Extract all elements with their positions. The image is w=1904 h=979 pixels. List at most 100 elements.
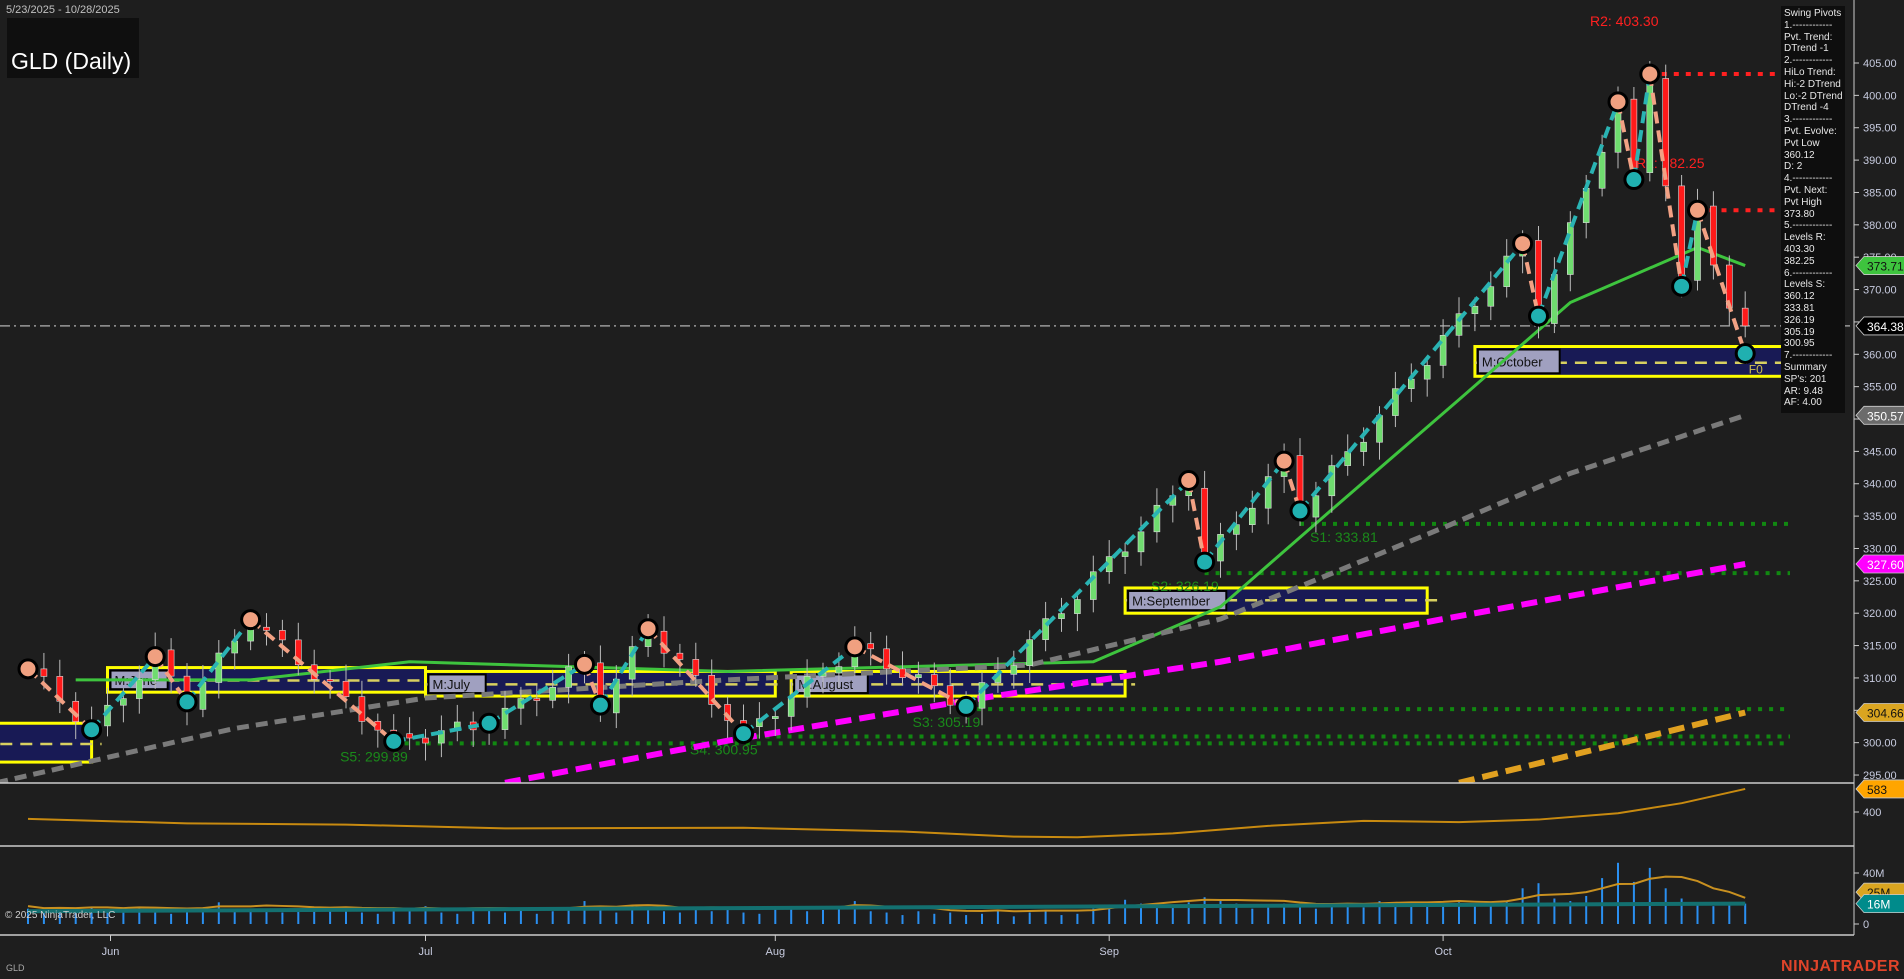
- y-tick-label: 345.00: [1863, 446, 1897, 458]
- info-line: Pvt. Trend:: [1784, 31, 1833, 43]
- candle: [215, 652, 223, 683]
- info-line: Pvt. Next:: [1784, 184, 1828, 196]
- info-line: AF: 4.00: [1784, 397, 1822, 409]
- y-tick-label: 325.00: [1863, 576, 1897, 588]
- candle: [1551, 274, 1558, 324]
- ma-price-tag: 373.71: [1867, 260, 1904, 274]
- info-line: DTrend -4: [1784, 102, 1829, 114]
- price-chart[interactable]: M:JuneM:JulyM:AugustM:SeptemberM:October…: [0, 0, 1904, 979]
- candle: [771, 716, 779, 719]
- info-line: Pvt. Evolve:: [1784, 125, 1837, 137]
- swing-pivot-high: [844, 636, 866, 658]
- x-tick-label: Aug: [766, 946, 786, 958]
- info-line: Lo:-2 DTrend: [1784, 90, 1843, 102]
- y-tick-label: 385.00: [1863, 187, 1897, 199]
- candle: [1439, 335, 1447, 366]
- info-line: Levels S:: [1784, 279, 1826, 291]
- info-line: 360.12: [1784, 149, 1815, 161]
- candle: [1646, 78, 1654, 173]
- y-tick-label: 360.00: [1863, 349, 1897, 361]
- swing-pivot-low: [1671, 275, 1693, 297]
- candle: [867, 643, 875, 650]
- info-line: 7.------------: [1784, 350, 1833, 362]
- info-line: 4.------------: [1784, 173, 1833, 185]
- ninjatrader-logo: NINJATRADER: [1781, 958, 1900, 975]
- info-line: DTrend -1: [1784, 43, 1829, 55]
- info-line: 360.12: [1784, 291, 1815, 303]
- info-line: 1.------------: [1784, 19, 1833, 31]
- y-tick-label: 310.00: [1863, 673, 1897, 685]
- swing-pivot-high: [1607, 91, 1629, 113]
- swing-pivot-high: [1178, 470, 1200, 492]
- y-tick-label: 330.00: [1863, 543, 1897, 555]
- y-tick-label: 300.00: [1863, 738, 1897, 750]
- fib-tag: F0: [1749, 362, 1763, 376]
- candle: [549, 687, 557, 701]
- candle: [326, 679, 334, 682]
- volume-tick-label: 0: [1863, 919, 1869, 931]
- candle: [1201, 487, 1208, 562]
- candle: [1058, 613, 1065, 619]
- candle: [787, 696, 795, 717]
- candle: [1344, 451, 1351, 466]
- candle: [565, 666, 572, 688]
- candle: [374, 721, 382, 731]
- candle: [1598, 151, 1606, 189]
- moving-average-fast: [75, 245, 1746, 682]
- resistance-label: R1: 382.25: [1636, 155, 1705, 171]
- info-line: AR: 9.48: [1784, 385, 1823, 397]
- candle: [1249, 507, 1256, 525]
- swing-pivot-low: [589, 694, 611, 716]
- swing-pivot-high: [1639, 63, 1661, 85]
- candle: [915, 674, 922, 678]
- date-range: 5/23/2025 - 10/28/2025: [6, 4, 120, 16]
- y-tick-label: 320.00: [1863, 608, 1897, 620]
- candle: [1137, 531, 1145, 553]
- price-pane: M:JuneM:JulyM:AugustM:SeptemberM:October…: [0, 13, 1854, 783]
- info-line: HiLo Trend:: [1784, 66, 1836, 78]
- zigzag-segment: [1536, 101, 1620, 317]
- info-line: 382.25: [1784, 255, 1815, 267]
- monthly-label: M:October: [1482, 354, 1543, 369]
- ma-price-tag: 350.57: [1867, 409, 1904, 423]
- candle: [1328, 465, 1336, 497]
- monthly-box: [0, 721, 94, 764]
- x-tick-label: Oct: [1435, 946, 1452, 958]
- info-line: 333.81: [1784, 302, 1815, 314]
- candle: [1074, 599, 1081, 614]
- info-line: 6.------------: [1784, 267, 1833, 279]
- candle: [533, 698, 541, 701]
- candle: [1741, 307, 1749, 327]
- info-line: Pvt High: [1784, 196, 1822, 208]
- y-tick-label: 395.00: [1863, 123, 1897, 135]
- swing-pivot-high: [1273, 450, 1295, 472]
- indicator-tag: 583: [1867, 783, 1887, 797]
- last-price-tag: 364.38: [1867, 320, 1904, 334]
- indicator-tick-label: 400: [1863, 807, 1881, 819]
- y-tick-label: 370.00: [1863, 285, 1897, 297]
- candle: [1423, 365, 1431, 380]
- ma-price-tag: 327.60: [1867, 558, 1904, 572]
- candle: [1121, 551, 1129, 557]
- info-line: 5.------------: [1784, 220, 1833, 232]
- info-line: 300.95: [1784, 338, 1815, 350]
- info-line: 403.30: [1784, 243, 1815, 255]
- info-line: SP's: 201: [1784, 373, 1827, 385]
- info-line: Pvt Low: [1784, 137, 1820, 149]
- candle: [1010, 665, 1018, 675]
- candle: [1567, 222, 1574, 275]
- resistance-label: R2: 403.30: [1590, 13, 1659, 29]
- support-label: S1: 333.81: [1310, 529, 1378, 545]
- y-tick-label: 400.00: [1863, 90, 1897, 102]
- info-line: 373.80: [1784, 208, 1815, 220]
- swing-pivot-low: [1528, 305, 1549, 327]
- swing-pivot-high: [637, 618, 659, 640]
- swing-pivot-low: [176, 691, 198, 713]
- x-tick-label: Jul: [418, 946, 432, 958]
- swing-pivot-low: [1623, 169, 1645, 191]
- zigzag-segment: [1203, 459, 1286, 564]
- symbol-label: GLD: [6, 963, 25, 973]
- swing-pivot-low: [383, 730, 405, 752]
- candle: [231, 640, 238, 654]
- monthly-label: M:July: [433, 677, 471, 692]
